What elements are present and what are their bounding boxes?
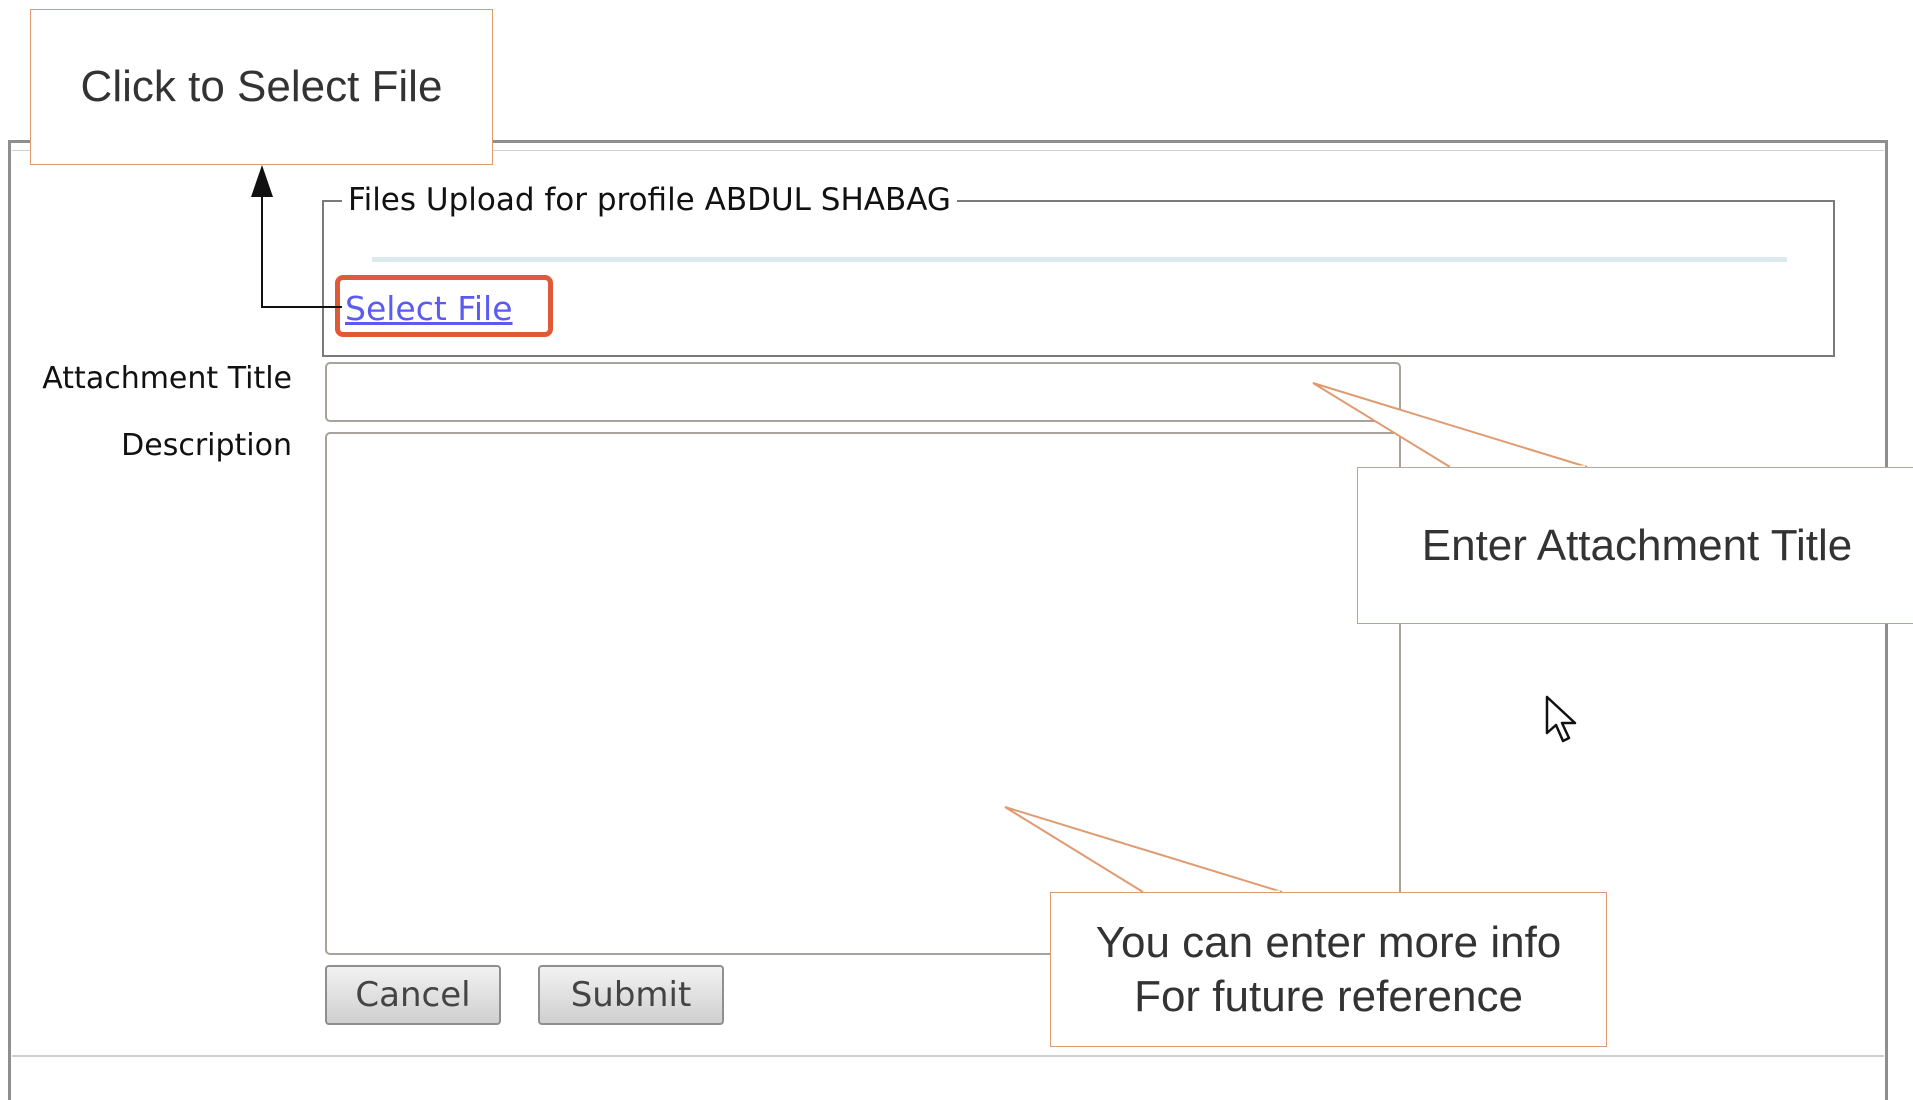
attachment-title-pointer: [1312, 382, 1588, 468]
callout-select-file: Click to Select File: [30, 9, 493, 165]
arrow-up-icon: [251, 165, 273, 197]
select-file-connector: [261, 190, 342, 308]
description-pointer: [1004, 806, 1283, 893]
callout-attachment-title-text: Enter Attachment Title: [1421, 520, 1853, 570]
callout-description-line2: For future reference: [1134, 971, 1523, 1021]
mouse-pointer-icon: [1545, 695, 1577, 743]
callout-description-line1: You can enter more info: [1095, 917, 1562, 967]
callout-description: You can enter more info For future refer…: [1050, 892, 1607, 1047]
callout-attachment-title: Enter Attachment Title: [1357, 467, 1913, 624]
callout-select-file-text: Click to Select File: [80, 62, 443, 111]
